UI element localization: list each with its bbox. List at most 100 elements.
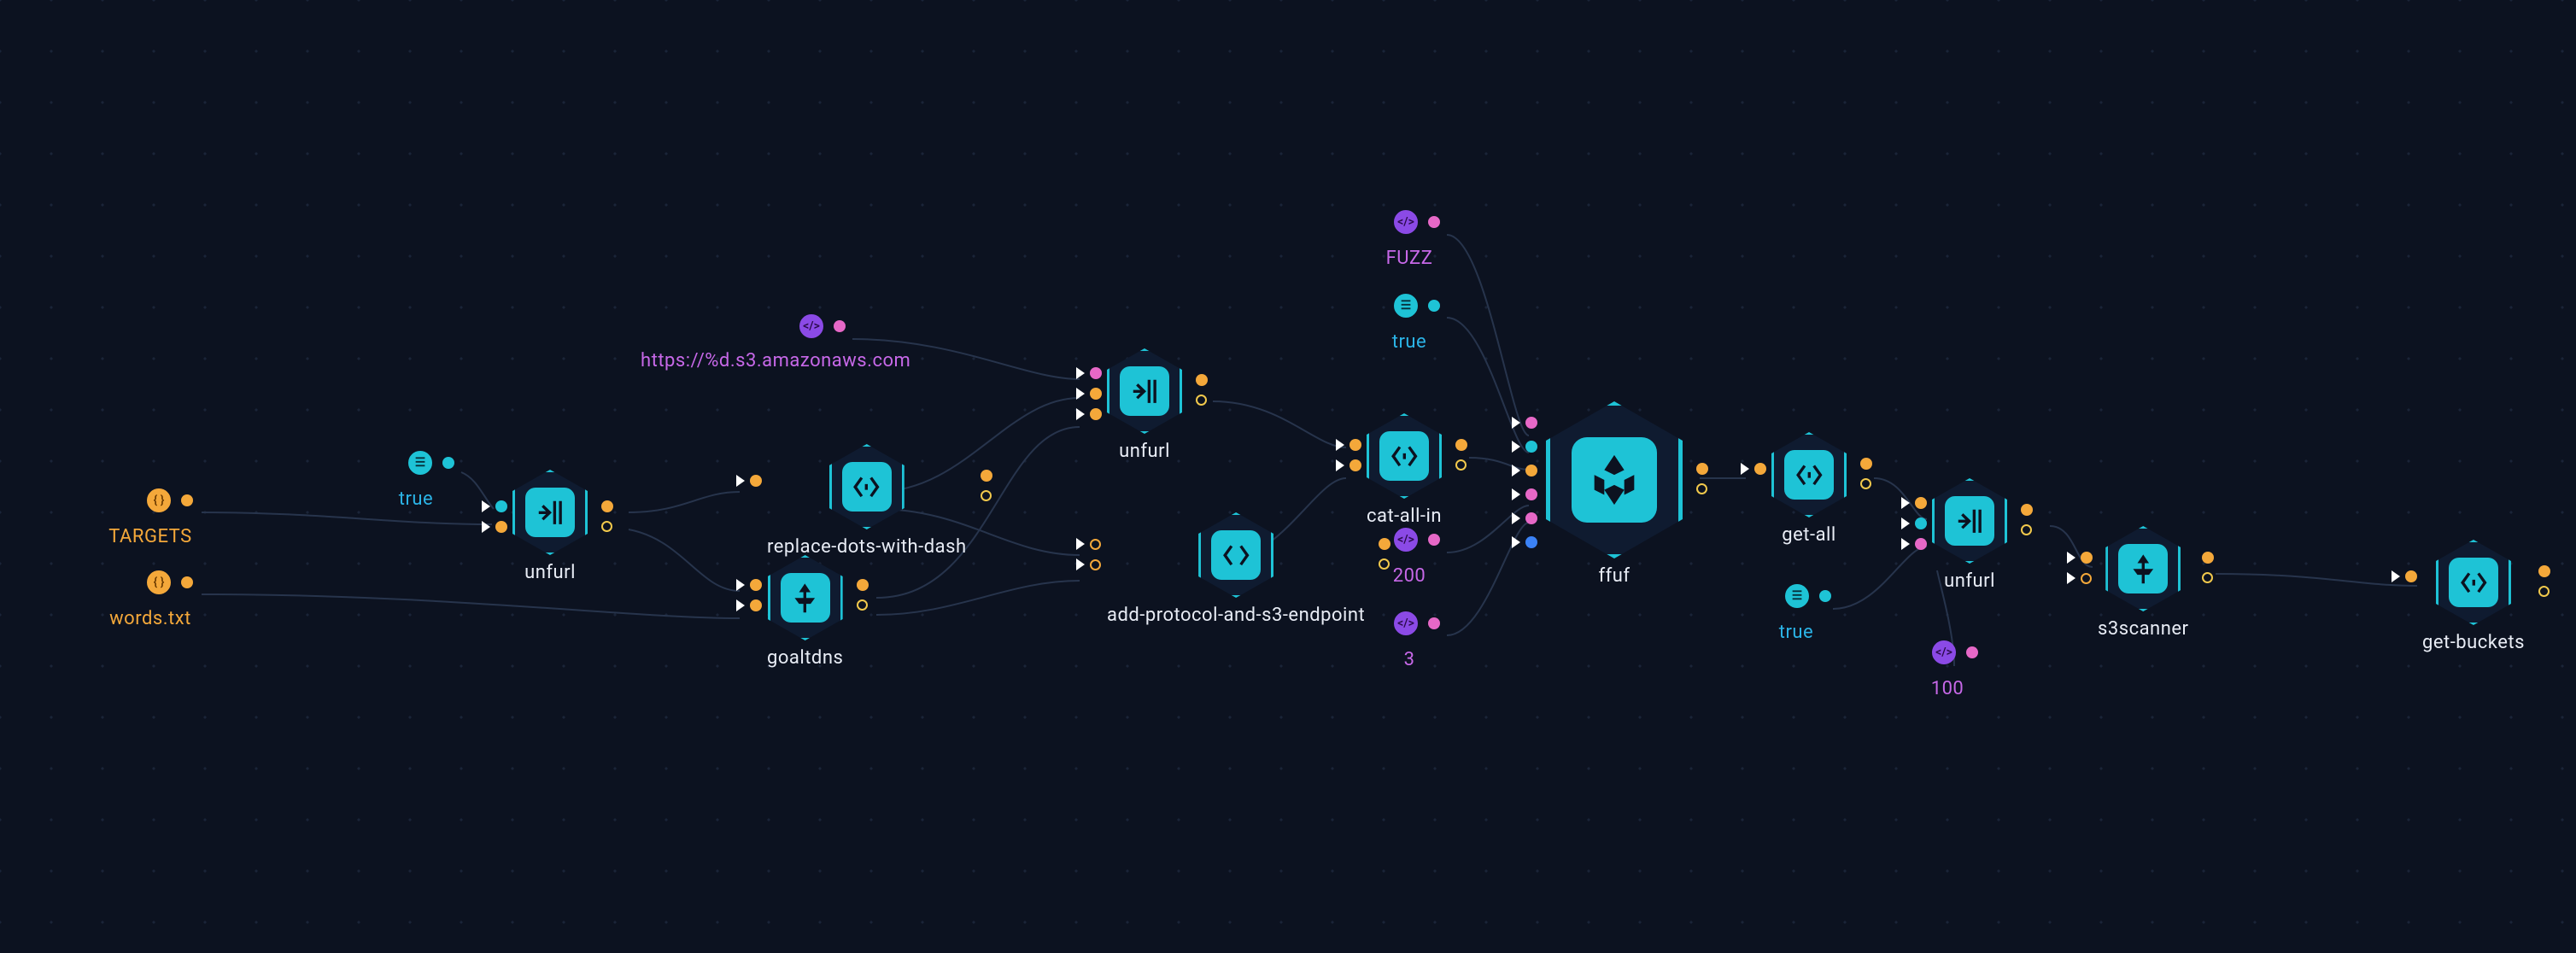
node-replace-dots-with-dash[interactable]: replace-dots-with-dash <box>767 444 967 558</box>
output-port[interactable] <box>2538 565 2550 577</box>
node-goaltdns[interactable]: goaltdns <box>767 555 843 669</box>
input-port-caret[interactable] <box>736 579 745 591</box>
node-unfurl-3[interactable]: unfurl <box>1932 478 2007 592</box>
output-port[interactable] <box>1428 617 1440 629</box>
input-port[interactable] <box>2081 573 2092 584</box>
node-get-buckets[interactable]: get-buckets <box>2422 540 2525 653</box>
input-port-caret[interactable] <box>1901 517 1910 529</box>
input-port[interactable] <box>1090 408 1102 420</box>
param-ffuf-mc[interactable]: </> 200 <box>1358 528 1461 587</box>
output-port[interactable] <box>1860 478 1871 489</box>
input-port[interactable] <box>495 521 507 533</box>
input-port-caret[interactable] <box>1512 488 1520 500</box>
input-port-caret[interactable] <box>1076 408 1085 420</box>
output-port[interactable] <box>2202 552 2214 564</box>
param-ffuf-silent[interactable]: ☰ true <box>1358 294 1461 353</box>
output-port[interactable] <box>857 599 868 611</box>
param-unfurl1-apex[interactable]: ☰ true <box>369 451 463 510</box>
input-words[interactable]: { } words.txt <box>99 570 202 629</box>
input-port-caret[interactable] <box>1901 538 1910 550</box>
output-port[interactable] <box>1196 374 1208 386</box>
output-port[interactable] <box>857 579 869 591</box>
input-port-caret[interactable] <box>736 599 745 611</box>
input-port[interactable] <box>1915 538 1927 550</box>
output-port[interactable] <box>834 320 846 332</box>
input-port[interactable] <box>750 579 762 591</box>
node-get-all[interactable]: get-all <box>1771 432 1847 546</box>
input-port-caret[interactable] <box>1076 558 1085 570</box>
output-port[interactable] <box>1455 459 1467 471</box>
output-port[interactable] <box>601 500 613 512</box>
output-port[interactable] <box>1860 458 1872 470</box>
input-port[interactable] <box>1525 465 1537 476</box>
output-port[interactable] <box>181 576 193 588</box>
output-port[interactable] <box>2202 572 2213 583</box>
input-port[interactable] <box>750 599 762 611</box>
input-port[interactable] <box>1090 539 1101 550</box>
node-ffuf[interactable]: ffuf <box>1546 401 1683 587</box>
output-port[interactable] <box>1428 534 1440 546</box>
output-port[interactable] <box>1428 216 1440 228</box>
output-port[interactable] <box>2021 504 2033 516</box>
input-port-caret[interactable] <box>2067 572 2075 584</box>
param-fuzz-keyword[interactable]: </> FUZZ <box>1358 210 1461 269</box>
input-port-caret[interactable] <box>1336 439 1344 451</box>
output-port[interactable] <box>181 494 193 506</box>
input-port[interactable] <box>1090 388 1102 400</box>
input-port[interactable] <box>1915 497 1927 509</box>
node-s3scanner[interactable]: s3scanner <box>2098 526 2188 640</box>
input-port[interactable] <box>1915 517 1927 529</box>
input-port[interactable] <box>1349 459 1361 471</box>
input-targets[interactable]: { } TARGETS <box>99 488 202 547</box>
param-ffuf-t[interactable]: </> 3 <box>1358 611 1461 670</box>
output-port[interactable] <box>1196 395 1207 406</box>
input-port[interactable] <box>1349 439 1361 451</box>
output-port[interactable] <box>1696 463 1708 475</box>
input-port[interactable] <box>750 475 762 487</box>
node-cat-all-in[interactable]: cat-all-in <box>1367 413 1442 527</box>
input-port-caret[interactable] <box>1076 538 1085 550</box>
input-port[interactable] <box>1090 559 1101 570</box>
output-port[interactable] <box>1696 483 1707 494</box>
input-port-caret[interactable] <box>1076 388 1085 400</box>
input-port[interactable] <box>2081 552 2093 564</box>
input-port[interactable] <box>2405 570 2417 582</box>
input-port-caret[interactable] <box>482 521 490 533</box>
input-port-caret[interactable] <box>2067 552 2075 564</box>
node-unfurl-1[interactable]: unfurl <box>512 470 588 583</box>
input-port[interactable] <box>1090 367 1102 379</box>
input-port-caret[interactable] <box>482 500 490 512</box>
input-port-caret[interactable] <box>1512 441 1520 453</box>
node-add-protocol-and-s3-endpoint[interactable]: add-protocol-and-s3-endpoint <box>1107 512 1365 626</box>
output-port[interactable] <box>2021 524 2032 535</box>
input-port-caret[interactable] <box>1512 465 1520 476</box>
input-port-caret[interactable] <box>2392 570 2400 582</box>
input-port[interactable] <box>1525 536 1537 548</box>
output-port[interactable] <box>981 470 992 482</box>
input-port[interactable] <box>1525 417 1537 429</box>
output-port[interactable] <box>601 521 612 532</box>
input-port[interactable] <box>1754 463 1766 475</box>
input-port[interactable] <box>1525 441 1537 453</box>
output-port[interactable] <box>2538 586 2550 597</box>
param-unfurl3-limit[interactable]: </> 100 <box>1896 640 1999 699</box>
input-port-caret[interactable] <box>1741 463 1749 475</box>
output-port[interactable] <box>981 490 992 501</box>
param-getall-domains[interactable]: ☰ true <box>1749 584 1843 643</box>
output-port[interactable] <box>1428 300 1440 312</box>
input-port[interactable] <box>495 500 507 512</box>
node-unfurl-2[interactable]: unfurl <box>1107 348 1182 462</box>
output-port[interactable] <box>1455 439 1467 451</box>
input-port-caret[interactable] <box>736 475 745 487</box>
input-port-caret[interactable] <box>1901 497 1910 509</box>
input-port-caret[interactable] <box>1076 367 1085 379</box>
input-port-caret[interactable] <box>1336 459 1344 471</box>
input-port[interactable] <box>1525 512 1537 524</box>
input-port[interactable] <box>1525 488 1537 500</box>
output-port[interactable] <box>442 457 454 469</box>
input-port-caret[interactable] <box>1512 417 1520 429</box>
input-port-caret[interactable] <box>1512 512 1520 524</box>
output-port[interactable] <box>1966 646 1978 658</box>
input-port-caret[interactable] <box>1512 536 1520 548</box>
param-s3-template[interactable]: </> https://%d.s3.amazonaws.com <box>641 314 910 371</box>
